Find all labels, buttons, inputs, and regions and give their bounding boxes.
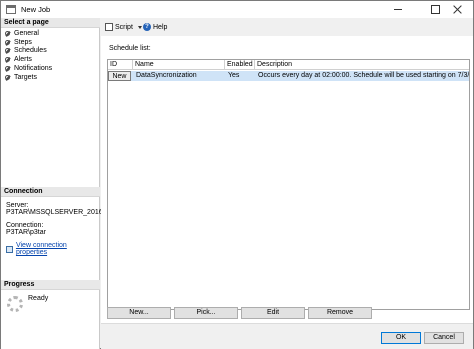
schedule-list-label: Schedule list: (109, 45, 151, 52)
row-name-cell[interactable]: DataSyncronization (133, 71, 225, 81)
progress-header: Progress (1, 280, 100, 290)
edit-button[interactable]: Edit (241, 307, 305, 319)
page-item-label: Steps (14, 39, 32, 46)
page-item-label: Targets (14, 74, 37, 81)
wrench-icon (5, 39, 11, 46)
main-content: Schedule list: ID Name Enabled Descripti… (101, 36, 473, 323)
window-icon (6, 5, 16, 14)
page-item-alerts[interactable]: Alerts (5, 55, 32, 64)
page-item-label: Alerts (14, 56, 32, 63)
minimize-icon[interactable] (383, 1, 413, 18)
page-item-schedules[interactable]: Schedules (5, 46, 47, 55)
cancel-button[interactable]: Cancel (424, 332, 464, 344)
close-icon[interactable] (443, 1, 473, 18)
script-label: Script (115, 23, 133, 31)
properties-icon (6, 245, 13, 253)
script-icon (105, 23, 113, 31)
view-connection-properties-link[interactable]: View connection properties (6, 242, 99, 256)
grid-header: ID Name Enabled Description (108, 60, 469, 70)
progress-status: Ready (28, 295, 49, 302)
connection-value: P3TAR\p3tar (6, 229, 46, 236)
wrench-icon (5, 74, 11, 81)
ok-button[interactable]: OK (381, 332, 421, 344)
row-id-cell[interactable]: New (108, 71, 131, 81)
row-description-cell[interactable]: Occurs every day at 02:00:00. Schedule w… (255, 71, 469, 81)
help-label: Help (153, 23, 168, 31)
dialog-footer: OK Cancel (101, 323, 473, 349)
row-enabled-cell[interactable]: Yes (225, 71, 255, 81)
toolbar: Script ? Help (101, 18, 473, 36)
page-item-label: Notifications (14, 65, 53, 72)
wrench-icon (5, 47, 11, 54)
page-item-targets[interactable]: Targets (5, 73, 37, 82)
server-label: Server: (6, 202, 29, 209)
column-header-id[interactable]: ID (108, 60, 133, 70)
page-item-general[interactable]: General (5, 29, 39, 38)
title-bar: New Job (1, 1, 473, 18)
table-row[interactable]: New DataSyncronization Yes Occurs every … (108, 71, 469, 81)
new-button[interactable]: New... (107, 307, 171, 319)
page-item-notifications[interactable]: Notifications (5, 64, 52, 73)
connection-header: Connection (1, 187, 100, 197)
wrench-icon (5, 30, 11, 37)
view-connection-properties-label: View connection properties (15, 242, 67, 256)
script-button[interactable]: Script (105, 23, 142, 31)
column-header-description[interactable]: Description (255, 60, 469, 70)
window-title: New Job (21, 5, 51, 14)
page-item-label: General (14, 30, 39, 37)
remove-button[interactable]: Remove (308, 307, 372, 319)
progress-spinner-icon (7, 296, 23, 312)
column-header-name[interactable]: Name (133, 60, 225, 70)
select-page-header: Select a page (1, 18, 100, 28)
dropdown-arrow-icon[interactable] (137, 25, 142, 29)
schedule-grid[interactable]: ID Name Enabled Description New DataSync… (107, 59, 470, 310)
help-icon: ? (143, 23, 151, 31)
new-job-window: New Job Select a page General Steps Sche… (0, 0, 474, 349)
wrench-icon (5, 56, 11, 63)
help-button[interactable]: ? Help (143, 23, 167, 31)
connection-label: Connection: (6, 222, 44, 229)
left-pane: Select a page General Steps Schedules Al… (1, 18, 103, 349)
column-header-enabled[interactable]: Enabled (225, 60, 255, 70)
page-item-label: Schedules (14, 47, 47, 54)
pick-button[interactable]: Pick... (174, 307, 238, 319)
server-value: P3TAR\MSSQLSERVER_2016 (6, 209, 103, 216)
wrench-icon (5, 65, 11, 72)
